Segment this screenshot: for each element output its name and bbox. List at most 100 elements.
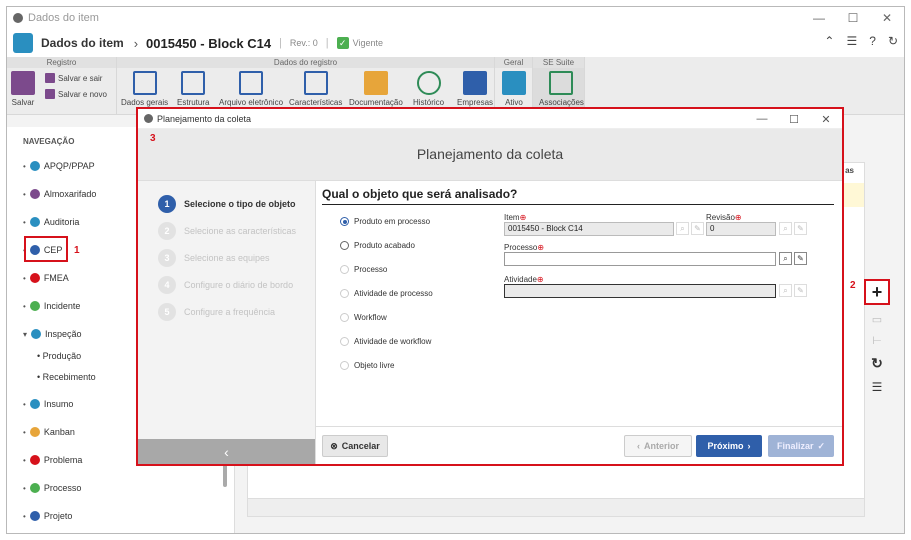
wizard-content: Qual o objeto que será analisado? Produt… xyxy=(316,181,842,464)
step-number: 5 xyxy=(158,303,176,321)
atividade-search-icon[interactable]: ⌕ xyxy=(779,284,792,297)
item-field[interactable]: 0015450 - Block C14 xyxy=(504,222,674,236)
save-new-icon xyxy=(45,89,55,99)
step-2[interactable]: 2 Selecione as características xyxy=(158,222,296,240)
column-header[interactable]: as xyxy=(845,166,854,175)
auditoria-icon xyxy=(29,217,40,227)
step-3[interactable]: 3 Selecione as equipes xyxy=(158,249,270,267)
processo-search-icon[interactable]: ⌕ xyxy=(779,252,792,265)
nav-item-apqp[interactable]: • APQP/PPAP xyxy=(23,161,95,171)
chevron-right-icon: › xyxy=(133,35,139,51)
close-button[interactable]: ✕ xyxy=(870,7,904,29)
general-data-button[interactable]: Dados gerais xyxy=(121,71,168,107)
incidente-icon xyxy=(29,301,40,311)
tree-icon[interactable]: ⊢ xyxy=(872,334,882,347)
processo-field[interactable] xyxy=(504,252,776,266)
previous-label: Anterior xyxy=(643,441,679,451)
item-clear-icon[interactable]: ✎ xyxy=(691,222,704,235)
nav-subitem-producao[interactable]: • Produção xyxy=(37,351,81,361)
nav-subitem-recebimento[interactable]: • Recebimento xyxy=(37,372,96,382)
collapse-icon[interactable]: ⌃ xyxy=(824,34,834,48)
associations-button[interactable]: Associações xyxy=(539,71,584,107)
help-icon[interactable]: ? xyxy=(869,34,876,48)
electronic-file-button[interactable]: Arquivo eletrônico xyxy=(219,71,283,107)
finish-button[interactable]: Finalizar ✓ xyxy=(768,435,834,457)
add-button[interactable]: + xyxy=(864,279,890,305)
dialog-title-bar: Planejamento da coleta — ☐ ✕ xyxy=(138,109,842,129)
companies-button[interactable]: Empresas xyxy=(457,71,493,107)
option-workflow[interactable]: Workflow xyxy=(340,313,387,322)
previous-button[interactable]: ‹ Anterior xyxy=(624,435,692,457)
nav-item-fmea[interactable]: • FMEA xyxy=(23,273,69,283)
maximize-button[interactable]: ☐ xyxy=(836,7,870,29)
dialog-minimize-button[interactable]: — xyxy=(746,109,778,129)
revisao-clear-icon[interactable]: ✎ xyxy=(794,222,807,235)
structure-icon xyxy=(181,71,206,95)
option-produto-em-processo[interactable]: Produto em processo xyxy=(340,217,430,226)
revisao-search-icon[interactable]: ⌕ xyxy=(779,222,792,235)
save-button[interactable]: Salvar xyxy=(11,71,35,107)
nav-item-problema[interactable]: • Problema xyxy=(23,455,82,465)
annotation-3: 3 xyxy=(150,133,156,144)
nav-item-inspecao[interactable]: ▾ Inspeção xyxy=(23,329,82,339)
active-button[interactable]: Ativo xyxy=(502,71,526,107)
almoxarifado-icon xyxy=(29,189,40,199)
nav-item-kanban[interactable]: • Kanban xyxy=(23,427,75,437)
dialog-maximize-button[interactable]: ☐ xyxy=(778,109,810,129)
finish-label: Finalizar xyxy=(776,441,814,451)
atividade-field[interactable] xyxy=(504,284,776,298)
list-icon[interactable]: ☰ xyxy=(846,34,857,48)
button-label: Documentação xyxy=(349,98,403,107)
option-atividade-workflow[interactable]: Atividade de workflow xyxy=(340,337,431,346)
group-label: Registro xyxy=(7,57,116,68)
dialog-heading: Planejamento da coleta xyxy=(416,146,564,162)
step-5[interactable]: 5 Configure a frequência xyxy=(158,303,275,321)
item-search-icon[interactable]: ⌕ xyxy=(676,222,689,235)
question-heading: Qual o objeto que será analisado? xyxy=(322,187,834,205)
option-label: Produto acabado xyxy=(354,241,415,250)
nav-label: Recebimento xyxy=(42,372,96,382)
characteristics-button[interactable]: Características xyxy=(289,71,342,107)
next-button[interactable]: Próximo › xyxy=(696,435,762,457)
atividade-clear-icon[interactable]: ✎ xyxy=(794,284,807,297)
nav-item-processo[interactable]: • Processo xyxy=(23,483,81,493)
dialog-close-button[interactable]: ✕ xyxy=(810,109,842,129)
refresh-icon[interactable]: ↻ xyxy=(871,355,883,372)
option-produto-acabado[interactable]: Produto acabado xyxy=(340,241,415,250)
button-label: Empresas xyxy=(457,98,494,107)
step-4[interactable]: 4 Configure o diário de bordo xyxy=(158,276,293,294)
item-label: Item⊕ xyxy=(504,213,526,222)
refresh-icon[interactable]: ↻ xyxy=(888,34,898,48)
button-label: Histórico xyxy=(413,98,445,107)
nav-item-incidente[interactable]: • Incidente xyxy=(23,301,80,311)
electronic-file-icon xyxy=(239,71,264,95)
nav-item-projeto[interactable]: • Projeto xyxy=(23,511,72,521)
radio-icon xyxy=(340,289,349,298)
documentation-button[interactable]: Documentação xyxy=(349,71,403,107)
save-new-button[interactable]: Salvar e novo xyxy=(45,89,107,99)
cancel-button[interactable]: ⊗ Cancelar xyxy=(322,435,388,457)
button-label: Associações xyxy=(539,98,584,107)
next-label: Próximo xyxy=(707,441,744,451)
revisao-field[interactable]: 0 xyxy=(706,222,776,236)
save-label: Salvar xyxy=(11,98,35,107)
history-button[interactable]: Histórico xyxy=(413,71,444,107)
nav-item-almoxarifado[interactable]: • Almoxarifado xyxy=(23,189,96,199)
list-options-icon[interactable]: ☰ xyxy=(872,380,883,394)
save-exit-button[interactable]: Salvar e sair xyxy=(45,73,102,83)
collapse-steps-button[interactable]: ‹ xyxy=(138,439,315,464)
structure-button[interactable]: Estrutura xyxy=(177,71,209,107)
nav-item-insumo[interactable]: • Insumo xyxy=(23,399,73,409)
view-icon[interactable]: ▭ xyxy=(872,313,882,326)
building-icon xyxy=(463,71,487,95)
option-objeto-livre[interactable]: Objeto livre xyxy=(340,361,394,370)
minimize-button[interactable]: — xyxy=(802,7,836,29)
option-label: Processo xyxy=(354,265,388,274)
processo-clear-icon[interactable]: ✎ xyxy=(794,252,807,265)
option-atividade-processo[interactable]: Atividade de processo xyxy=(340,289,433,298)
option-processo[interactable]: Processo xyxy=(340,265,387,274)
ribbon-group-registro: Registro Salvar Salvar e sair Salvar e n… xyxy=(7,57,117,115)
nav-item-auditoria[interactable]: • Auditoria xyxy=(23,217,79,227)
nav-label: Incidente xyxy=(43,301,81,311)
step-1[interactable]: 1 Selecione o tipo de objeto xyxy=(158,195,296,213)
